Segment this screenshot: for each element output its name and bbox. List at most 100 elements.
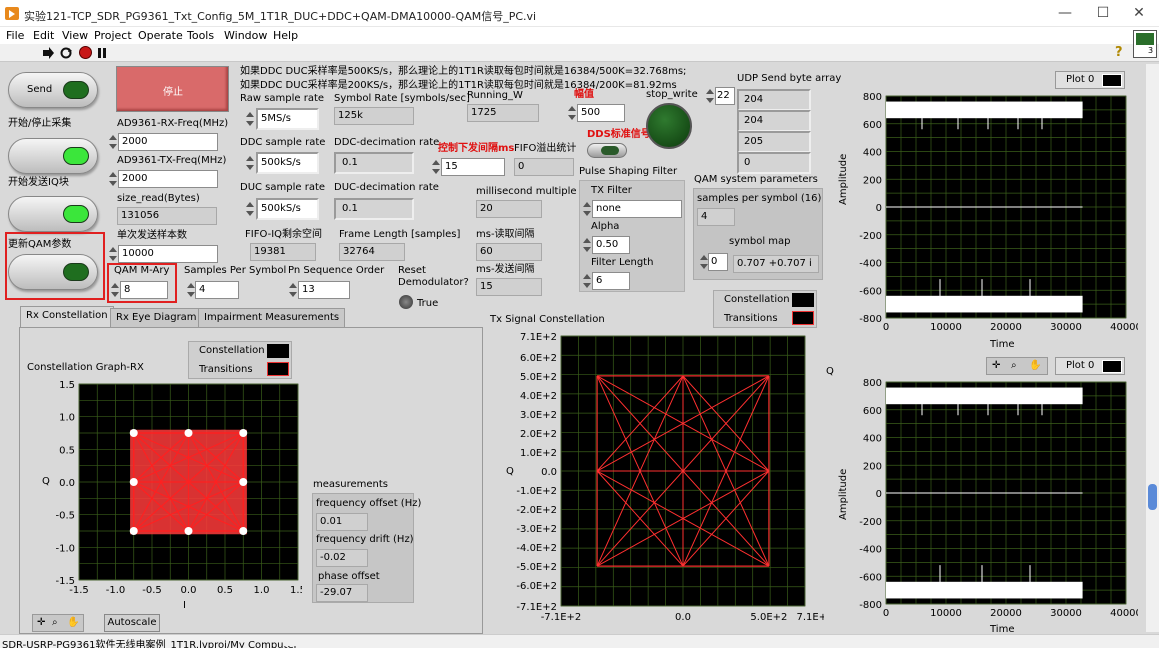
vertical-scrollbar-thumb[interactable] bbox=[1148, 484, 1157, 510]
menu-project[interactable]: Project bbox=[94, 27, 132, 44]
update-qam-label: 更新QAM参数 bbox=[8, 239, 72, 250]
i-amplitude-plot[interactable]: 8006004002000-200-400-600-8000 10000 20000… bbox=[838, 90, 1138, 340]
pn-order-spinner[interactable] bbox=[289, 281, 297, 299]
frame-length-label: Frame Length [samples] bbox=[339, 229, 461, 240]
dds-signal-switch[interactable] bbox=[587, 143, 627, 158]
alpha-spinner[interactable] bbox=[583, 236, 591, 254]
udp-index-spinner[interactable] bbox=[706, 87, 714, 105]
ddc-rate-spinner[interactable] bbox=[246, 154, 254, 172]
tx-ytick: -3.0E+2 bbox=[516, 524, 557, 535]
ms-read-value: 60 bbox=[476, 243, 542, 261]
tx-interval-spinner[interactable] bbox=[432, 158, 440, 176]
graph-zoom-icon[interactable]: ⌕ bbox=[52, 617, 58, 628]
autoscale-button[interactable]: Autoscale bbox=[104, 614, 160, 632]
i-plot-legend[interactable]: Plot 0 bbox=[1055, 71, 1125, 89]
minimize-button[interactable]: — bbox=[1050, 3, 1080, 23]
start-iq-button[interactable] bbox=[8, 138, 98, 174]
pn-order-input[interactable]: 13 bbox=[298, 281, 350, 299]
close-button[interactable]: ✕ bbox=[1124, 3, 1154, 23]
rx-freq-spinner[interactable] bbox=[109, 133, 117, 151]
filter-length-spinner[interactable] bbox=[583, 272, 591, 290]
graph-palette[interactable]: ✛ ⌕ ✋ bbox=[32, 614, 84, 632]
filter-length-input[interactable]: 6 bbox=[592, 272, 630, 290]
horizontal-scrollbar[interactable] bbox=[283, 636, 1153, 646]
rx-constellation-cloud bbox=[129, 429, 248, 535]
menu-edit[interactable]: Edit bbox=[33, 27, 54, 44]
samples-once-spinner[interactable] bbox=[109, 245, 117, 263]
q-amplitude-plot[interactable]: 8006004002000-200-400-600-8000 10000 20000… bbox=[838, 378, 1138, 624]
rx-constellation-graph[interactable]: -1.5 -1.0 -0.5 0.0 0.5 1.0 1.5 1.5 1.0 0.5 0.0 -0.5… bbox=[50, 378, 302, 612]
alpha-input[interactable]: 0.50 bbox=[592, 236, 630, 254]
stop-button[interactable]: 停止 bbox=[116, 66, 229, 112]
tx-freq-input[interactable]: 2000 bbox=[118, 170, 218, 188]
q-plot-palette[interactable]: ✛ ⌕ ✋ bbox=[986, 357, 1048, 375]
rx-xtick: 1.0 bbox=[254, 585, 270, 596]
sps-spinner[interactable] bbox=[187, 281, 195, 299]
toggle-button-3[interactable] bbox=[8, 196, 98, 232]
duc-rate-spinner[interactable] bbox=[246, 200, 254, 218]
tx-xtick: 7.1E+2 bbox=[797, 612, 824, 623]
run-arrow-icon[interactable] bbox=[42, 47, 54, 59]
tx-freq-spinner[interactable] bbox=[109, 170, 117, 188]
freq-drift-value: -0.02 bbox=[316, 549, 368, 567]
tab-rx-eye-diagram[interactable]: Rx Eye Diagram bbox=[110, 308, 203, 328]
send-button[interactable]: Send bbox=[8, 72, 98, 108]
menu-operate[interactable]: Operate bbox=[138, 27, 183, 44]
qam-mary-input[interactable]: 8 bbox=[120, 281, 168, 299]
vertical-scrollbar[interactable] bbox=[1146, 64, 1159, 632]
q-amplitude-plot-ytick: 200 bbox=[863, 461, 882, 472]
samples-once-input[interactable]: 10000 bbox=[118, 245, 218, 263]
q-cursor-icon[interactable]: ✛ bbox=[992, 360, 1000, 371]
tx-interval-input[interactable]: 15 bbox=[441, 158, 505, 176]
tx-legend-constellation: Constellation bbox=[724, 294, 790, 305]
graph-cursor-icon[interactable]: ✛ bbox=[37, 617, 45, 628]
amplitude-spinner[interactable] bbox=[568, 104, 576, 122]
symbol-map-index[interactable]: 0 bbox=[708, 253, 728, 271]
raw-rate-spinner[interactable] bbox=[246, 110, 254, 128]
symbol-map-spinner[interactable] bbox=[700, 253, 708, 271]
sps-label: Samples Per Symbol bbox=[184, 265, 287, 276]
fifo-iq-label: FIFO-IQ剩余空间 bbox=[245, 229, 323, 240]
run-continuous-icon[interactable] bbox=[60, 47, 73, 59]
symbol-rate-value: 125k bbox=[334, 107, 414, 125]
i-amplitude-plot-xtick: 0 bbox=[883, 322, 889, 333]
sps-input[interactable]: 4 bbox=[195, 281, 239, 299]
q-amplitude-plot-ytick: 0 bbox=[876, 489, 882, 500]
ddc-rate-ring[interactable]: 500kS/s bbox=[256, 152, 319, 174]
ms-multiple-value: 20 bbox=[476, 200, 542, 218]
update-qam-button[interactable] bbox=[8, 254, 98, 290]
abort-icon[interactable] bbox=[79, 46, 92, 59]
info-line-1: 如果DDC DUC采样率是500KS/s，那么理论上的1T1R读取每包时间就是1… bbox=[240, 66, 687, 77]
duc-rate-ring[interactable]: 500kS/s bbox=[256, 198, 319, 220]
menu-file[interactable]: File bbox=[6, 27, 24, 44]
q-pan-icon[interactable]: ✋ bbox=[1029, 360, 1041, 371]
measurements-title: measurements bbox=[313, 479, 388, 490]
udp-index[interactable]: 22 bbox=[715, 87, 735, 105]
context-help-icon[interactable]: ? bbox=[1115, 45, 1123, 60]
raw-rate-ring[interactable]: 5MS/s bbox=[256, 108, 319, 130]
maximize-button[interactable]: ☐ bbox=[1088, 3, 1118, 23]
stop-write-led[interactable] bbox=[646, 103, 692, 149]
tx-graph-legend[interactable]: Constellation Transitions bbox=[713, 290, 817, 328]
menu-help[interactable]: Help bbox=[273, 27, 298, 44]
q-zoom-icon[interactable]: ⌕ bbox=[1011, 360, 1017, 371]
menu-tools[interactable]: Tools bbox=[187, 27, 214, 44]
menu-view[interactable]: View bbox=[62, 27, 88, 44]
tab-rx-constellation[interactable]: Rx Constellation bbox=[20, 306, 114, 328]
tx-filter-select[interactable]: none bbox=[592, 200, 682, 218]
qam-mary-spinner[interactable] bbox=[111, 281, 119, 299]
menu-window[interactable]: Window bbox=[224, 27, 267, 44]
i-amplitude-plot-ytick: -800 bbox=[859, 314, 882, 325]
rx-freq-input[interactable]: 2000 bbox=[118, 133, 218, 151]
q-plot-legend[interactable]: Plot 0 bbox=[1055, 357, 1125, 375]
tx-constellation-graph[interactable]: 7.1E+2 6.0E+2 5.0E+2 4.0E+2 3.0E+2 2.0E+2 1.0E… bbox=[484, 328, 824, 626]
window-title: 实验121-TCP_SDR_PG9361_Txt_Config_5M_1T1R_… bbox=[24, 10, 537, 23]
graph-pan-icon[interactable]: ✋ bbox=[67, 617, 79, 628]
amplitude-input[interactable]: 500 bbox=[577, 104, 625, 122]
tab-impairment-measurements[interactable]: Impairment Measurements bbox=[198, 308, 346, 328]
reset-demod-toggle[interactable] bbox=[399, 295, 413, 309]
rx-graph-legend[interactable]: Constellation Transitions bbox=[188, 341, 292, 379]
pause-icon[interactable] bbox=[97, 47, 107, 59]
qam-sps-label: samples per symbol (16) bbox=[697, 193, 822, 204]
tx-filter-spinner[interactable] bbox=[583, 200, 591, 218]
